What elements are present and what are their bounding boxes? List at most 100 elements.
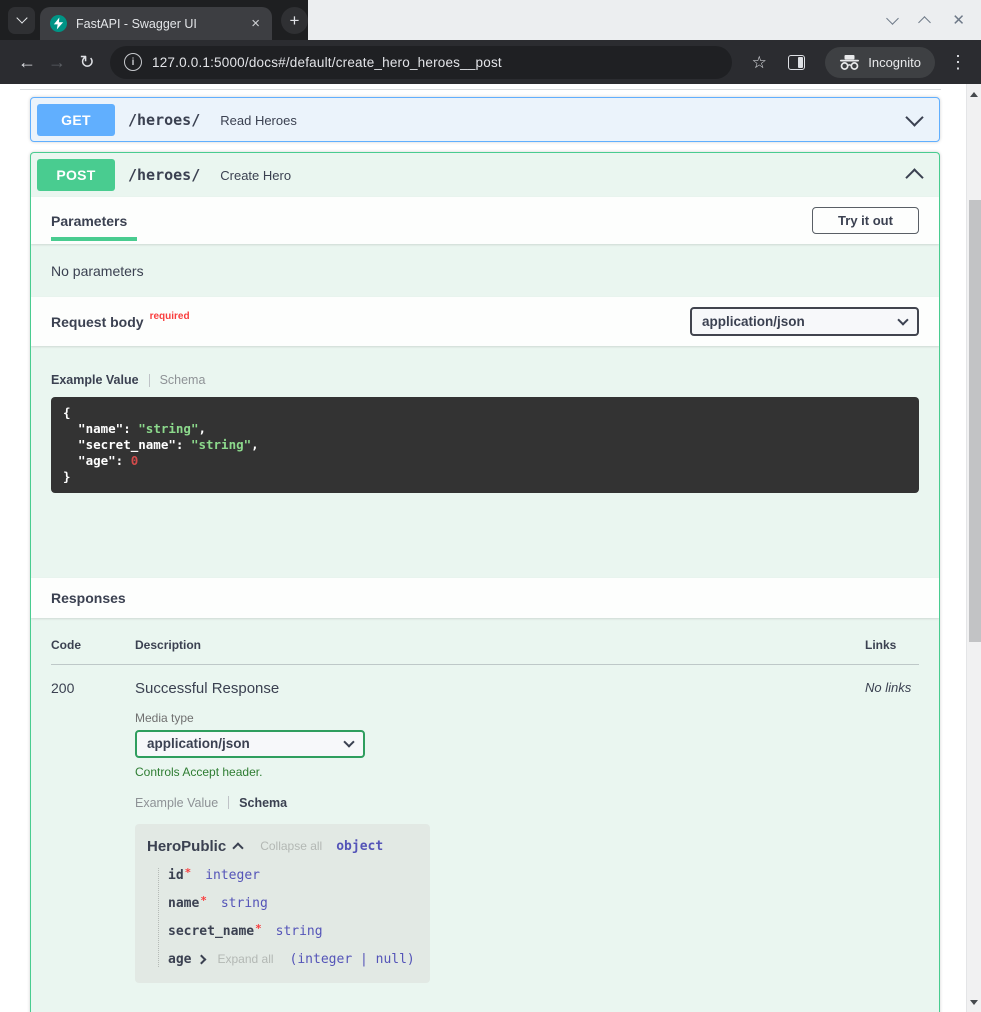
responses-body: Code Description Links 200 Successful Re…: [31, 618, 939, 1012]
menu-icon[interactable]: ⋮: [947, 53, 969, 71]
forward-button[interactable]: →: [42, 53, 72, 71]
schema-property-row: name* string: [168, 896, 430, 911]
request-body-header: Request body required application/json: [31, 297, 939, 346]
response-row-422: 422 Validation Error No links: [51, 1005, 919, 1012]
response-links: No links: [865, 680, 919, 983]
scroll-up-arrow[interactable]: [967, 87, 981, 101]
required-star: *: [185, 866, 192, 879]
column-description: Description: [135, 638, 865, 652]
schema-model-box: HeroPublic Collapse all object id*intege…: [135, 824, 430, 983]
spacer: [51, 506, 919, 578]
select-chevron-down-icon: [897, 314, 908, 325]
toolbar-right: ☆ Incognito ⋮: [744, 47, 969, 78]
responses-title: Responses: [51, 590, 126, 606]
collapse-chevron-up-icon[interactable]: [908, 166, 925, 184]
property-name: age: [168, 952, 191, 967]
example-schema-tabs: Example Value Schema: [51, 373, 919, 387]
property-type: (integer | null): [290, 952, 415, 967]
response-row-200: 200 Successful Response Media type appli…: [51, 665, 919, 983]
side-panel-icon[interactable]: [788, 55, 805, 70]
page-content: GET /heroes/ Read Heroes POST /heroes/ C…: [0, 84, 981, 1012]
schema-property-row: secret_name* string: [168, 924, 430, 939]
tab-example-value[interactable]: Example Value: [135, 796, 218, 810]
example-schema-tabs: Example Value Schema: [135, 796, 865, 810]
address-bar[interactable]: i 127.0.0.1:5000/docs#/default/create_he…: [110, 46, 732, 79]
select-chevron-down-icon: [343, 736, 354, 747]
browser-toolbar: ← → ↻ i 127.0.0.1:5000/docs#/default/cre…: [0, 40, 981, 84]
property-type: string: [221, 896, 268, 911]
tab-area: FastAPI - Swagger UI × +: [0, 0, 308, 40]
get-method-badge: GET: [37, 104, 115, 136]
chevron-up-icon: [233, 842, 244, 853]
column-links: Links: [865, 638, 919, 652]
tab-close-icon[interactable]: ×: [249, 16, 262, 31]
no-parameters-text: No parameters: [31, 244, 939, 297]
tab-schema[interactable]: Schema: [239, 796, 287, 810]
required-star: *: [255, 922, 262, 935]
opblock-post-heroes: POST /heroes/ Create Hero Parameters Try…: [30, 152, 940, 1012]
window-maximize-icon[interactable]: [919, 16, 932, 29]
reload-button[interactable]: ↻: [72, 53, 102, 71]
controls-accept-note: Controls Accept header.: [135, 765, 865, 779]
tab-example-value[interactable]: Example Value: [51, 373, 139, 387]
response-description-cell: Successful Response Media type applicati…: [135, 680, 865, 983]
scrollbar-thumb[interactable]: [969, 200, 981, 642]
incognito-label: Incognito: [868, 55, 921, 70]
schema-properties: id*integername*stringsecret_name*stringa…: [158, 868, 430, 967]
expand-chevron-down-icon[interactable]: [908, 116, 925, 124]
response-description: Successful Response: [135, 680, 865, 697]
collapse-all-link[interactable]: Collapse all: [260, 839, 322, 853]
parameters-title: Parameters: [51, 213, 127, 229]
tab-search-button[interactable]: [8, 7, 35, 34]
window-minimize-icon[interactable]: [887, 12, 900, 25]
request-body-title: Request body: [51, 314, 144, 330]
tab-divider: [149, 374, 150, 387]
response-code: 200: [51, 680, 135, 983]
tab-divider: [228, 796, 229, 809]
request-body-area: Example Value Schema { "name": "string",…: [31, 346, 939, 578]
model-title-row: HeroPublic Collapse all object: [147, 838, 430, 855]
get-path: /heroes/: [128, 111, 200, 129]
post-path: /heroes/: [128, 166, 200, 184]
swagger-page: GET /heroes/ Read Heroes POST /heroes/ C…: [0, 84, 966, 1012]
scrollbar[interactable]: [966, 84, 981, 1012]
page-info-icon[interactable]: i: [124, 53, 142, 71]
get-summary: Read Heroes: [220, 113, 297, 128]
scroll-down-arrow[interactable]: [967, 995, 981, 1009]
responses-header: Responses: [31, 578, 939, 618]
window-controls: ✕: [888, 0, 981, 40]
opblock-get-header[interactable]: GET /heroes/ Read Heroes: [31, 98, 939, 142]
property-name: name: [168, 896, 199, 911]
request-media-type-select[interactable]: application/json: [690, 307, 919, 336]
incognito-badge: Incognito: [825, 47, 935, 78]
back-button[interactable]: ←: [12, 53, 42, 71]
chevron-down-icon: [16, 12, 27, 23]
incognito-icon: [839, 55, 860, 70]
window-close-icon[interactable]: ✕: [952, 13, 965, 28]
opblock-post-header[interactable]: POST /heroes/ Create Hero: [31, 153, 939, 197]
required-label: required: [150, 311, 190, 322]
model-name-toggle[interactable]: HeroPublic: [147, 838, 242, 855]
section-divider: [20, 89, 941, 90]
property-name: id: [168, 868, 184, 883]
bookmark-star-icon[interactable]: ☆: [744, 54, 774, 71]
column-code: Code: [51, 638, 135, 652]
post-method-badge: POST: [37, 159, 115, 191]
expand-chevron-right-icon[interactable]: [197, 954, 207, 964]
response-media-type-select[interactable]: application/json: [135, 730, 365, 758]
media-type-label: Media type: [135, 711, 865, 725]
tab-schema[interactable]: Schema: [160, 373, 206, 387]
example-json-code: { "name": "string", "secret_name": "stri…: [51, 397, 919, 493]
new-tab-button[interactable]: +: [281, 7, 308, 34]
browser-tab[interactable]: FastAPI - Swagger UI ×: [40, 7, 272, 40]
tab-strip: FastAPI - Swagger UI × + ✕: [0, 0, 981, 40]
post-summary: Create Hero: [220, 168, 291, 183]
property-name: secret_name: [168, 924, 254, 939]
property-type: string: [276, 924, 323, 939]
model-type: object: [336, 839, 383, 854]
try-it-out-button[interactable]: Try it out: [812, 207, 919, 234]
url-text: 127.0.0.1:5000/docs#/default/create_hero…: [152, 55, 502, 70]
schema-property-row: id*integer: [168, 868, 430, 883]
required-star: *: [200, 894, 207, 907]
expand-all-link[interactable]: Expand all: [217, 952, 273, 966]
